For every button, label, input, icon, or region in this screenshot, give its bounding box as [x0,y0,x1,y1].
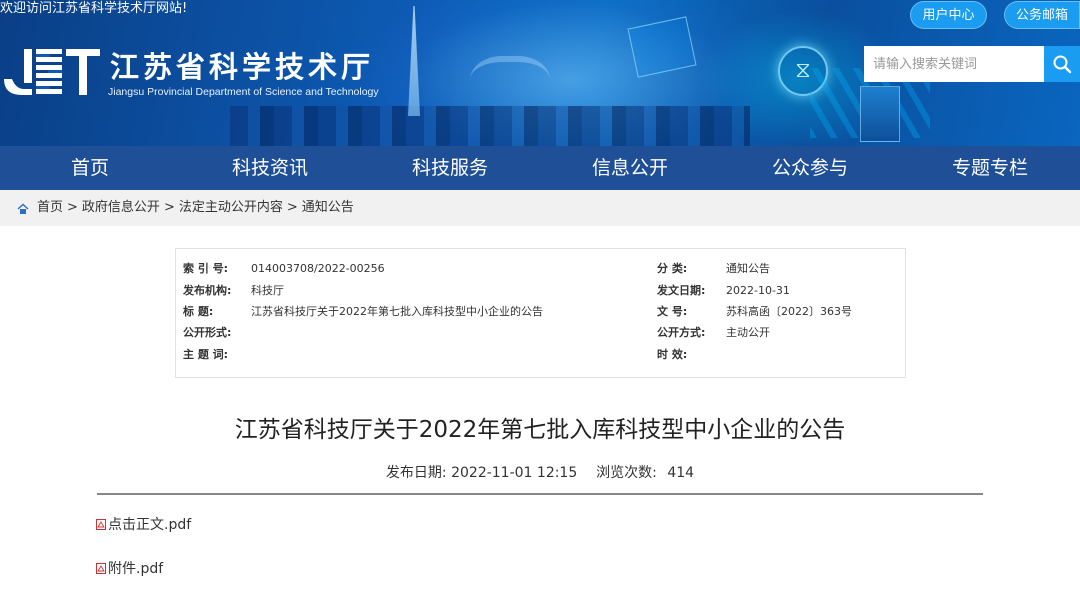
search-button[interactable] [1044,46,1080,82]
meta-form-label: 公开形式: [183,326,232,339]
nav-item-services[interactable]: 科技服务 [360,146,540,190]
site-subtitle: Jiangsu Provincial Department of Science… [108,86,379,98]
user-center-button[interactable]: 用户中心 [910,1,987,29]
view-count-value: 414 [667,465,695,481]
pdf-icon [96,518,106,530]
attachment-link[interactable]: 附件.pdf [96,558,163,578]
publish-date-label: 发布日期: [385,465,447,481]
meta-title-row: 标 题: 江苏省科技厅关于2022年第七批入库科技型中小企业的公告 [183,301,543,322]
meta-category-label: 分 类: [657,262,688,275]
attachment-label[interactable]: 点击正文.pdf [108,514,191,534]
meta-date-label: 发文日期: [657,284,706,297]
meta-doc-value: 苏科高函〔2022〕363号 [726,305,852,318]
header-banner: ⧖ 欢迎访问江苏省科学技术厅网站! 江苏省科学技术厅 Jiangsu Provi… [0,0,1080,146]
meta-valid-label: 时 效: [657,348,688,361]
breadcrumb: 首页 > 政府信息公开 > 法定主动公开内容 > 通知公告 [0,190,1080,226]
document-metadata: 索 引 号: 014003708/2022-00256 发布机构: 科技厅 标 … [175,248,906,378]
meta-mode-row: 公开方式: 主动公开 [657,322,770,343]
meta-date-row: 发文日期: 2022-10-31 [657,280,790,301]
meta-mode-value: 主动公开 [726,326,770,339]
nav-item-topics[interactable]: 专题专栏 [900,146,1080,190]
attachment-label[interactable]: 附件.pdf [108,558,163,578]
nav-item-news[interactable]: 科技资讯 [180,146,360,190]
mail-button[interactable]: 公务邮箱 [1004,1,1080,29]
nav-item-info-disclosure[interactable]: 信息公开 [540,146,720,190]
meta-doc-label: 文 号: [657,305,688,318]
meta-mode-label: 公开方式: [657,326,706,339]
meta-subject-row: 主 题 词: [183,344,228,365]
meta-valid-row: 时 效: [657,344,687,365]
meta-subject-label: 主 题 词: [183,348,229,361]
welcome-text: 欢迎访问江苏省科学技术厅网站! [0,1,188,16]
meta-org-value: 科技厅 [251,284,284,297]
meta-category-row: 分 类: 通知公告 [657,258,770,279]
home-icon [17,203,29,214]
attachment-link[interactable]: 点击正文.pdf [96,514,191,534]
site-logo[interactable] [2,43,102,98]
nav-item-participation[interactable]: 公众参与 [720,146,900,190]
banner-pavilion-illustration [470,56,550,116]
article-info: 发布日期: 2022-11-01 12:15 浏览次数: 414 [0,462,1080,482]
breadcrumb-gov-info[interactable]: 政府信息公开 [82,190,160,226]
search-icon [1053,55,1072,74]
meta-title-label: 标 题: [183,305,214,318]
publish-date-value: 2022-11-01 12:15 [451,465,578,481]
breadcrumb-statutory[interactable]: 法定主动公开内容 [179,190,283,226]
meta-category-value: 通知公告 [726,262,770,275]
site-name: 江苏省科学技术厅 [110,50,375,84]
article-title: 江苏省科技厅关于2022年第七批入库科技型中小企业的公告 [234,417,846,443]
meta-date-value: 2022-10-31 [726,284,790,297]
banner-panel-illustration [860,86,900,142]
breadcrumb-separator: > [67,200,78,215]
meta-index-label: 索 引 号: [183,262,229,275]
meta-doc-row: 文 号: 苏科高函〔2022〕363号 [657,301,852,322]
meta-org-row: 发布机构: 科技厅 [183,280,284,301]
breadcrumb-separator: > [163,200,175,215]
breadcrumb-home[interactable]: 首页 [37,190,63,226]
search-input[interactable] [864,46,1044,82]
breadcrumb-notice[interactable]: 通知公告 [302,190,354,226]
main-nav: 首页 科技资讯 科技服务 信息公开 公众参与 专题专栏 [0,146,1080,190]
divider [97,493,983,495]
nav-item-home[interactable]: 首页 [0,146,180,190]
meta-title-value: 江苏省科技厅关于2022年第七批入库科技型中小企业的公告 [251,305,543,318]
search-box [864,46,1080,82]
pdf-icon [96,562,106,574]
breadcrumb-separator: > [286,200,298,215]
meta-index-row: 索 引 号: 014003708/2022-00256 [183,258,385,279]
view-count-label: 浏览次数: [596,465,657,481]
meta-index-value: 014003708/2022-00256 [251,262,385,275]
meta-org-label: 发布机构: [183,284,232,297]
meta-form-row: 公开形式: [183,322,231,343]
